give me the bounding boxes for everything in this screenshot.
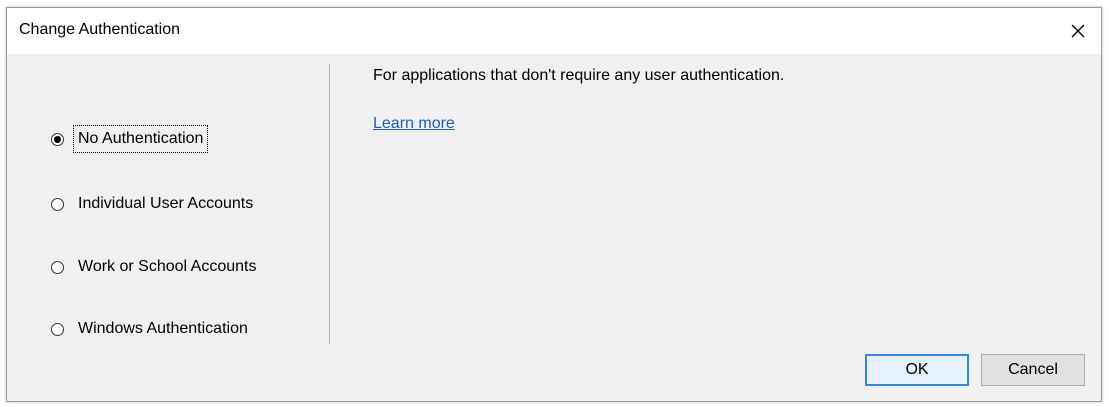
title-bar: Change Authentication <box>7 8 1101 54</box>
dialog-title: Change Authentication <box>19 21 181 38</box>
radio-button-selected[interactable] <box>51 132 64 146</box>
radio-label: Individual User Accounts <box>78 195 254 212</box>
radio-individual-user-accounts[interactable]: Individual User Accounts <box>51 195 253 213</box>
radio-windows-authentication[interactable]: Windows Authentication <box>51 320 248 338</box>
radio-label: No Authentication <box>72 125 209 153</box>
radio-no-authentication[interactable]: No Authentication <box>51 125 209 153</box>
radio-label: Work or School Accounts <box>78 258 257 275</box>
cancel-button[interactable]: Cancel <box>981 354 1085 386</box>
radio-label: Windows Authentication <box>78 320 248 337</box>
radio-button[interactable] <box>51 260 64 274</box>
option-description: For applications that don't require any … <box>373 67 785 84</box>
close-icon <box>1071 24 1085 38</box>
radio-button[interactable] <box>51 322 64 336</box>
radio-button[interactable] <box>51 197 64 211</box>
radio-work-or-school-accounts[interactable]: Work or School Accounts <box>51 258 256 276</box>
authentication-options: No Authentication Individual User Accoun… <box>7 54 329 344</box>
ok-button[interactable]: OK <box>865 354 969 386</box>
close-button[interactable] <box>1055 8 1101 54</box>
change-authentication-dialog: Change Authentication No Authentication … <box>6 7 1102 402</box>
learn-more-link[interactable]: Learn more <box>373 115 455 133</box>
panel-divider <box>329 64 330 344</box>
